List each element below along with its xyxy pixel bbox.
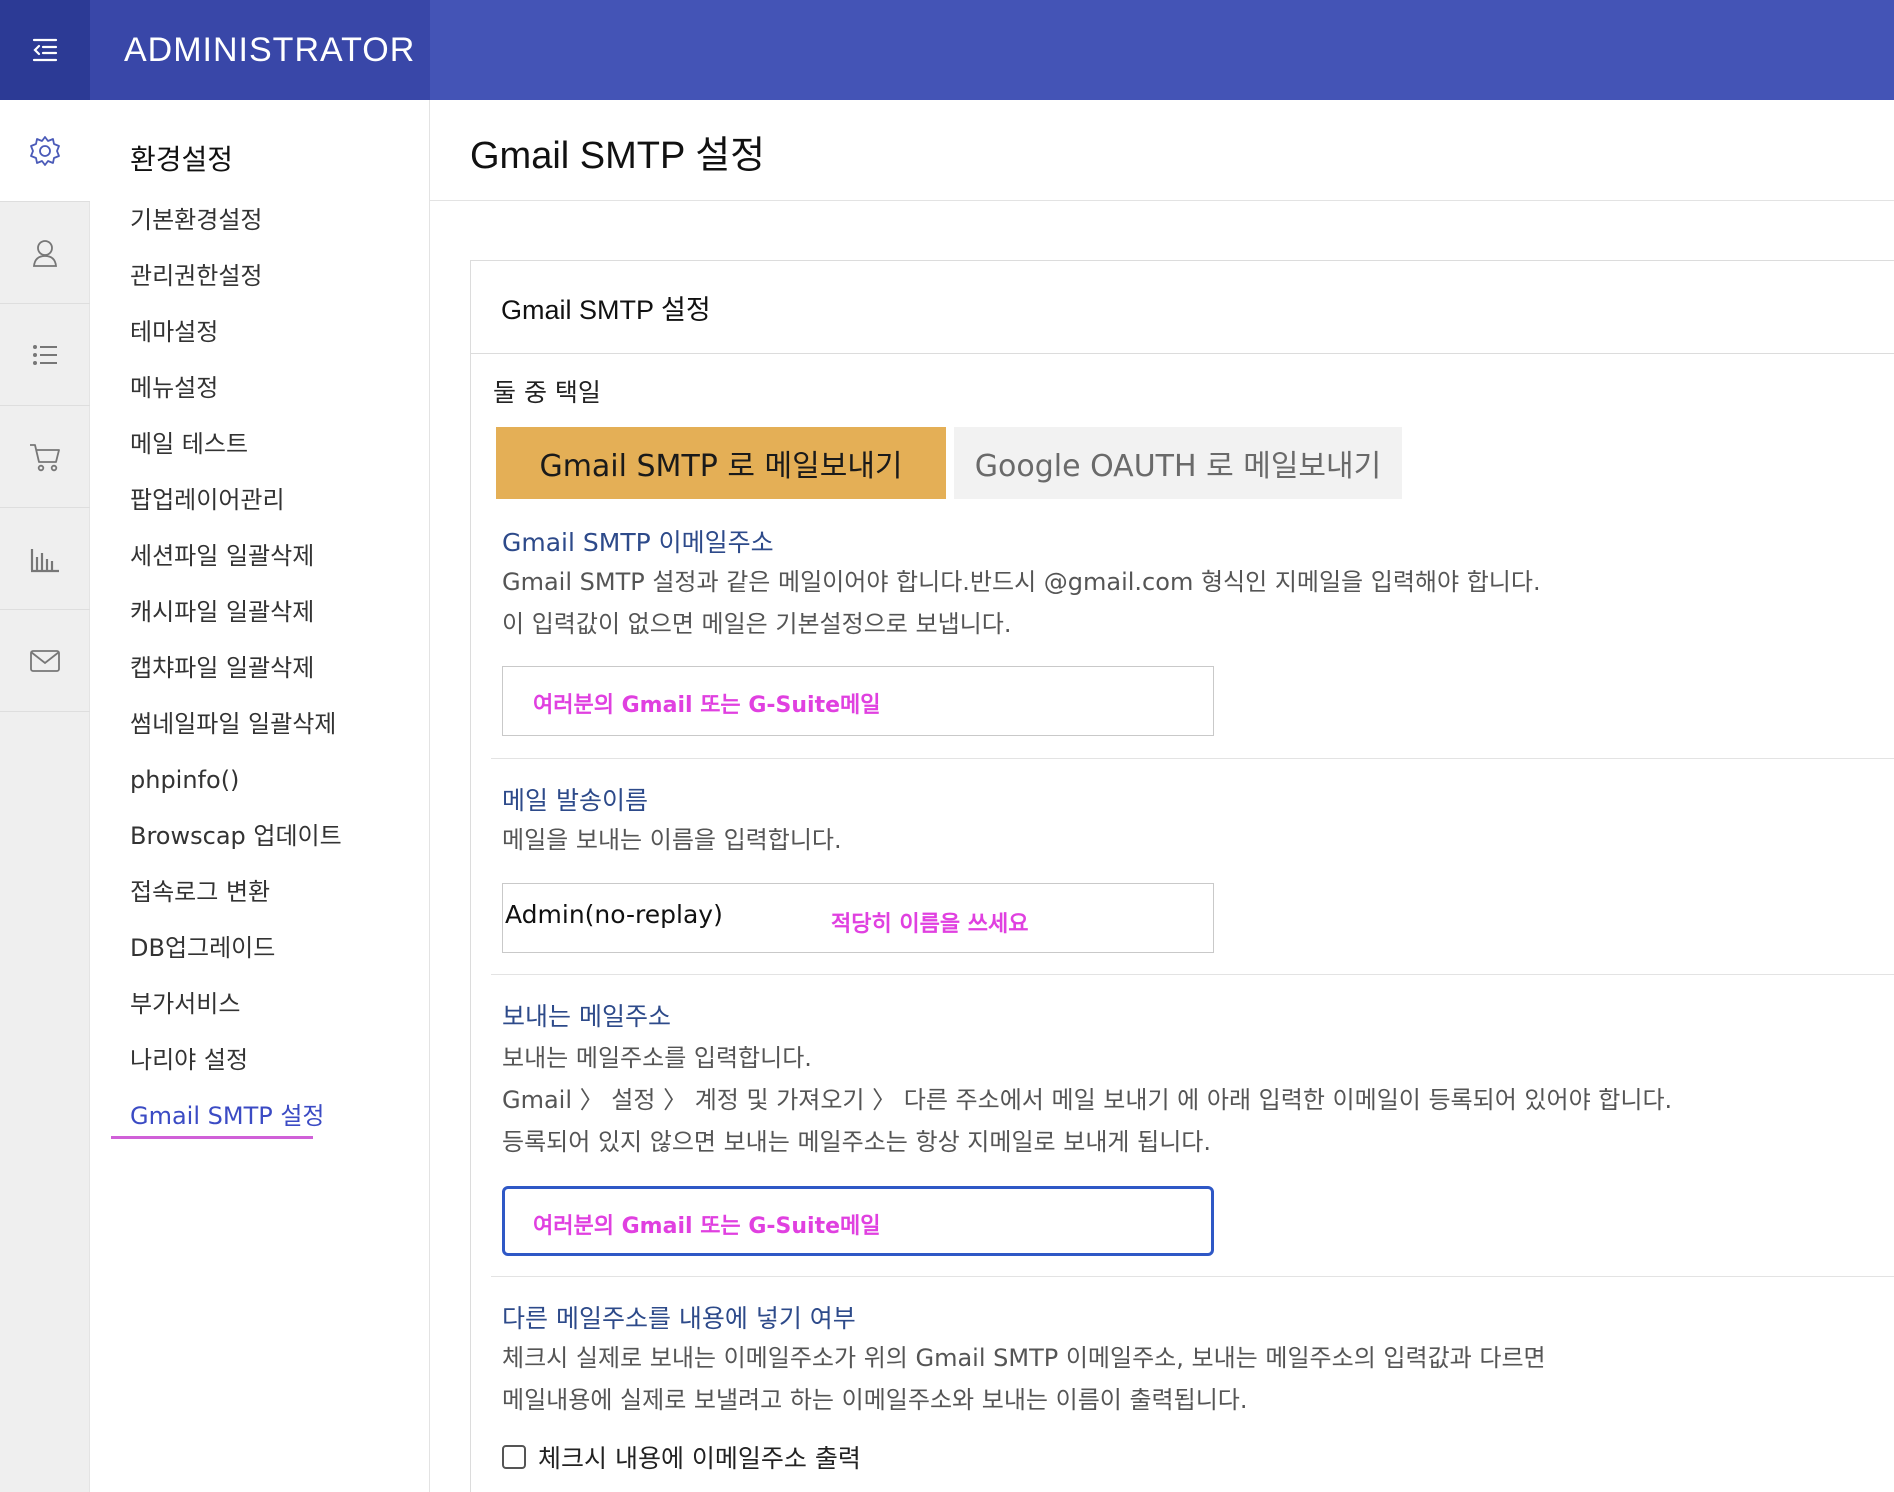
submenu-title: 환경설정	[130, 143, 234, 176]
submenu-item-popup[interactable]: 팝업레이어관리	[130, 480, 342, 536]
cart-icon	[30, 443, 60, 471]
submenu-item-auth[interactable]: 관리권한설정	[130, 256, 342, 312]
submenu-item-theme[interactable]: 테마설정	[130, 312, 342, 368]
page-title: Gmail SMTP 설정	[470, 135, 766, 177]
include-email-checkbox-label[interactable]: 체크시 내용에 이메일주소 출력	[538, 1439, 861, 1475]
panel-title: Gmail SMTP 설정	[471, 261, 1894, 354]
choose-label: 둘 중 택일	[493, 378, 601, 407]
top-bar: ADMINISTRATOR	[0, 0, 1894, 100]
smtp-email-title: Gmail SMTP 이메일주소	[502, 528, 774, 557]
rail-item-stats[interactable]	[0, 508, 90, 610]
rail-item-board[interactable]	[0, 304, 90, 406]
smtp-email-input[interactable]: 여러분의 Gmail 또는 G-Suite메일	[502, 666, 1214, 736]
sender-name-title: 메일 발송이름	[502, 786, 648, 815]
list-icon	[33, 344, 57, 365]
smtp-settings-panel: Gmail SMTP 설정 둘 중 택일 Gmail SMTP 로 메일보내기 …	[470, 260, 1894, 1492]
mail-icon	[30, 649, 60, 672]
rail-item-members[interactable]	[0, 202, 90, 304]
rail-item-settings[interactable]	[0, 100, 90, 202]
submenu-item-thumbnail[interactable]: 썸네일파일 일괄삭제	[130, 704, 342, 760]
sender-name-value: Admin(no-replay)	[505, 900, 723, 929]
include-email-desc-2: 메일내용에 실제로 보낼려고 하는 이메일주소와 보내는 이름이 출력됩니다.	[502, 1386, 1248, 1414]
chart-icon	[30, 548, 59, 572]
sender-email-input[interactable]: 여러분의 Gmail 또는 G-Suite메일	[502, 1186, 1214, 1256]
smtp-email-hint: 여러분의 Gmail 또는 G-Suite메일	[533, 693, 881, 718]
include-email-checkbox-row[interactable]: 체크시 내용에 이메일주소 출력	[502, 1439, 861, 1475]
sender-email-desc-1: 보내는 메일주소를 입력합니다.	[502, 1044, 812, 1072]
brand-title[interactable]: ADMINISTRATOR	[90, 0, 430, 100]
sender-email-hint: 여러분의 Gmail 또는 G-Suite메일	[533, 1214, 881, 1239]
sender-name-hint: 적당히 이름을 쓰세요	[831, 912, 1029, 937]
menu-toggle-button[interactable]	[0, 0, 90, 100]
gear-icon	[30, 135, 60, 166]
submenu-item-gmail-smtp[interactable]: Gmail SMTP 설정	[130, 1096, 342, 1152]
option-google-oauth-button[interactable]: Google OAUTH 로 메일보내기	[954, 427, 1402, 499]
field-divider	[491, 758, 1894, 759]
submenu-list: 기본환경설정 관리권한설정 테마설정 메뉴설정 메일 테스트 팝업레이어관리 세…	[130, 200, 342, 1152]
submenu-item-db-upgrade[interactable]: DB업그레이드	[130, 928, 342, 984]
submenu-item-phpinfo[interactable]: phpinfo()	[130, 760, 342, 816]
submenu-item-visit-log[interactable]: 접속로그 변환	[130, 872, 342, 928]
submenu-item-cache[interactable]: 캐시파일 일괄삭제	[130, 592, 342, 648]
smtp-email-desc-2: 이 입력값이 없으면 메일은 기본설정으로 보냅니다.	[502, 610, 1012, 638]
submenu-item-captcha[interactable]: 캡챠파일 일괄삭제	[130, 648, 342, 704]
field-divider	[491, 1276, 1894, 1277]
include-email-title: 다른 메일주소를 내용에 넣기 여부	[502, 1304, 856, 1333]
settings-submenu: 환경설정 기본환경설정 관리권한설정 테마설정 메뉴설정 메일 테스트 팝업레이…	[90, 100, 430, 1492]
rail-item-mail[interactable]	[0, 610, 90, 712]
submenu-item-mail-test[interactable]: 메일 테스트	[130, 424, 342, 480]
include-email-desc-1: 체크시 실제로 보내는 이메일주소가 위의 Gmail SMTP 이메일주소, …	[502, 1344, 1546, 1372]
user-icon	[33, 239, 57, 267]
menu-collapse-icon	[32, 38, 58, 62]
active-item-underline	[111, 1136, 313, 1139]
submenu-item-browscap[interactable]: Browscap 업데이트	[130, 816, 342, 872]
main-content: Gmail SMTP 설정 Gmail SMTP 설정 둘 중 택일 Gmail…	[430, 100, 1894, 1492]
include-email-checkbox[interactable]	[502, 1445, 526, 1469]
sender-email-desc-2: Gmail 〉 설정 〉 계정 및 가져오기 〉 다른 주소에서 메일 보내기 …	[502, 1086, 1673, 1114]
submenu-item-menu[interactable]: 메뉴설정	[130, 368, 342, 424]
option-gmail-smtp-button[interactable]: Gmail SMTP 로 메일보내기	[496, 427, 946, 499]
sender-name-desc: 메일을 보내는 이름을 입력합니다.	[502, 826, 842, 854]
rail-item-shop[interactable]	[0, 406, 90, 508]
sender-email-title: 보내는 메일주소	[502, 1002, 671, 1031]
submenu-item-addon[interactable]: 부가서비스	[130, 984, 342, 1040]
field-divider	[491, 974, 1894, 975]
submenu-item-session[interactable]: 세션파일 일괄삭제	[130, 536, 342, 592]
sender-email-desc-3: 등록되어 있지 않으면 보내는 메일주소는 항상 지메일로 보내게 됩니다.	[502, 1128, 1211, 1156]
submenu-item-nariya[interactable]: 나리야 설정	[130, 1040, 342, 1096]
submenu-item-basic[interactable]: 기본환경설정	[130, 200, 342, 256]
sender-name-input[interactable]: Admin(no-replay) 적당히 이름을 쓰세요	[502, 883, 1214, 953]
title-divider	[430, 200, 1894, 201]
icon-rail	[0, 100, 90, 1492]
smtp-email-desc-1: Gmail SMTP 설정과 같은 메일이어야 합니다.반드시 @gmail.c…	[502, 568, 1541, 596]
